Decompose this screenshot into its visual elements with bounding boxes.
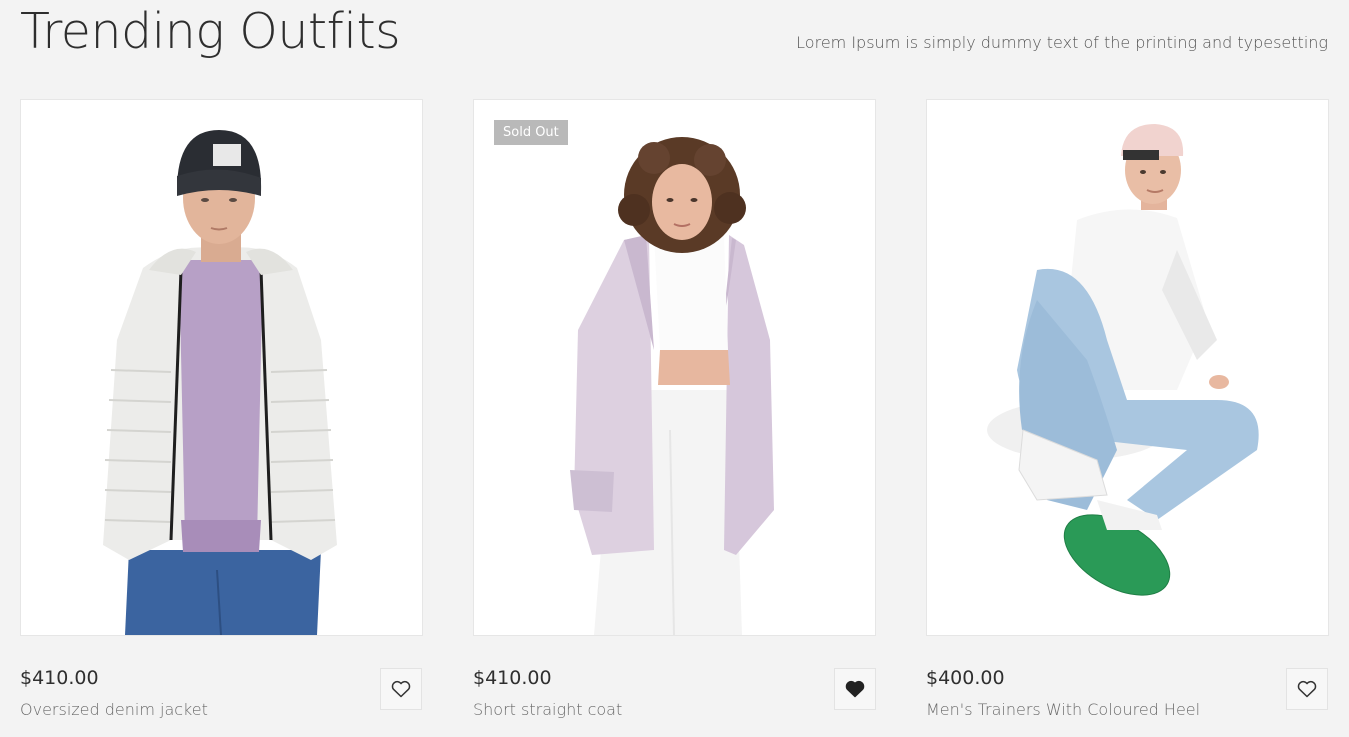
section-subtitle: Lorem Ipsum is simply dummy text of the … bbox=[796, 33, 1328, 52]
wishlist-button[interactable] bbox=[1286, 668, 1328, 710]
heart-icon bbox=[845, 680, 865, 698]
product-card: $410.00 Oversized denim jacket bbox=[20, 99, 423, 729]
section-header: Trending Outfits Lorem Ipsum is simply d… bbox=[20, 0, 1328, 80]
sold-out-badge: Sold Out bbox=[494, 120, 568, 145]
heart-icon bbox=[391, 680, 411, 698]
product-name[interactable]: Oversized denim jacket bbox=[20, 697, 208, 723]
product-image[interactable]: Sold Out bbox=[473, 99, 876, 636]
product-image[interactable] bbox=[926, 99, 1329, 636]
product-card: Sold Out $410.00 Short straight coat bbox=[473, 99, 876, 729]
product-price: $400.00 bbox=[926, 667, 1005, 689]
man-in-white-puffer-jacket-photo bbox=[103, 130, 337, 635]
product-name[interactable]: Men's Trainers With Coloured Heel bbox=[926, 697, 1200, 723]
product-price: $410.00 bbox=[473, 667, 552, 689]
product-image[interactable] bbox=[20, 99, 423, 636]
heart-icon bbox=[1297, 680, 1317, 698]
wishlist-button[interactable] bbox=[834, 668, 876, 710]
product-price: $410.00 bbox=[20, 667, 99, 689]
product-name[interactable]: Short straight coat bbox=[473, 697, 622, 723]
product-grid: $410.00 Oversized denim jacket Sold Out … bbox=[20, 99, 1329, 729]
trending-outfits-section: Trending Outfits Lorem Ipsum is simply d… bbox=[0, 0, 1349, 737]
woman-in-lilac-coat-photo bbox=[570, 137, 774, 635]
product-card: $400.00 Men's Trainers With Coloured Hee… bbox=[926, 99, 1329, 729]
seated-man-in-jeans-and-trainers-photo bbox=[987, 124, 1259, 596]
wishlist-button[interactable] bbox=[380, 668, 422, 710]
section-title: Trending Outfits bbox=[20, 3, 401, 60]
